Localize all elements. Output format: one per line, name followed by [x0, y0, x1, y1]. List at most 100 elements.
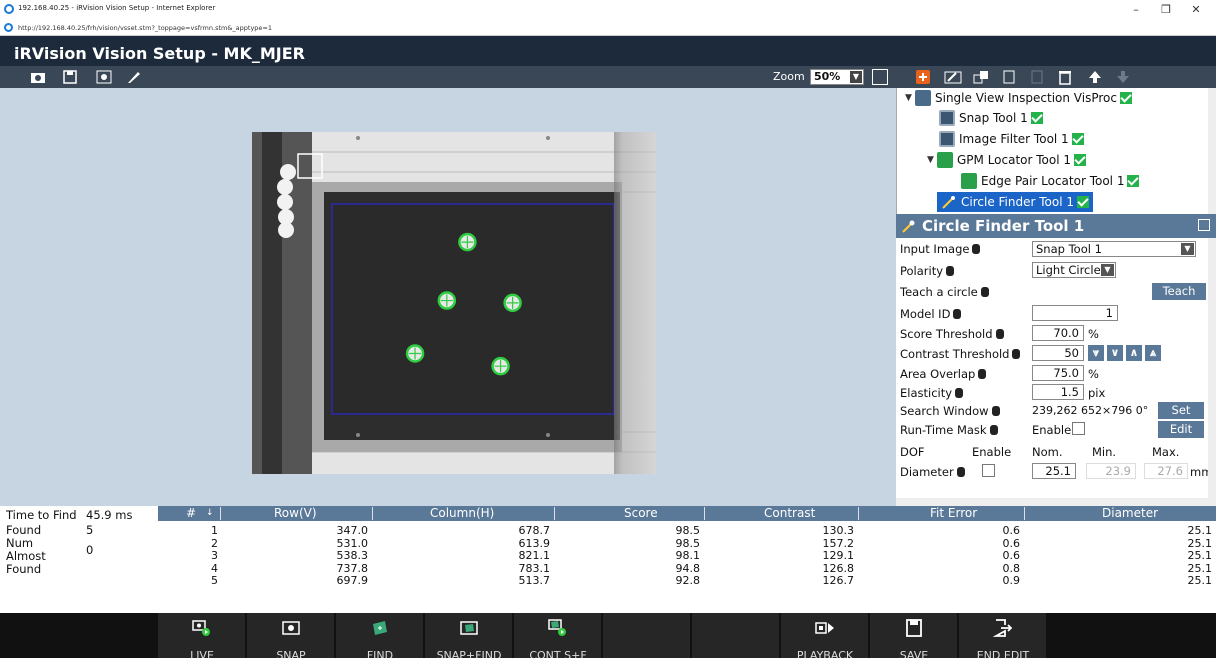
polarity-select[interactable]: Light Circle ▼ [1032, 262, 1116, 278]
info-icon[interactable] [991, 405, 1000, 416]
tree-item-snap-tool[interactable]: Snap Tool 1 [939, 108, 1043, 128]
snap-image-button[interactable] [26, 68, 50, 86]
tree-item-image-filter[interactable]: Image Filter Tool 1 [939, 129, 1084, 149]
elasticity-input[interactable]: 1.5 [1032, 384, 1084, 400]
tree-item-edge-pair[interactable]: Edge Pair Locator Tool 1 [961, 171, 1140, 191]
camera-image[interactable] [252, 132, 656, 474]
num-almost-found-row: Num Almost Found 0 [6, 537, 93, 576]
image-display-area[interactable] [0, 88, 896, 506]
tree-scrollbar[interactable] [1208, 88, 1216, 214]
table-cell: 3 [211, 549, 218, 562]
paste-tool-button[interactable] [996, 68, 1022, 86]
minimize-button[interactable]: – [1126, 3, 1146, 16]
info-icon[interactable] [1012, 348, 1021, 359]
table-row[interactable]: 3 538.3 821.1 98.1 129.1 0.6 25.1 [158, 549, 1216, 562]
time-to-find-label: Time to Find [6, 508, 77, 522]
info-icon[interactable] [989, 424, 998, 435]
info-icon[interactable] [972, 243, 981, 254]
playback-button[interactable]: PLAYBACK [781, 613, 869, 658]
address-bar[interactable]: http://192.168.40.25/frh/vision/vsset.st… [0, 20, 1216, 36]
model-id-input[interactable]: 1 [1032, 305, 1118, 321]
continuous-snap-find-button[interactable]: CONT S+F [514, 613, 602, 658]
disabled-tool-button[interactable] [1024, 68, 1050, 86]
tree-item-circle-finder[interactable]: Circle Finder Tool 1 [937, 192, 1093, 212]
col-header-index[interactable]: # [186, 506, 196, 521]
col-header-column[interactable]: Column(H) [430, 506, 494, 521]
delete-tool-button[interactable] [1052, 68, 1078, 86]
score-threshold-input[interactable]: 70.0 [1032, 325, 1084, 341]
col-header-contrast[interactable]: Contrast [764, 506, 815, 521]
grab-icon [96, 70, 112, 84]
save-image-button[interactable] [58, 68, 82, 86]
close-button[interactable]: ✕ [1186, 3, 1206, 16]
rename-button[interactable] [940, 68, 966, 86]
tree-item-gpm-locator[interactable]: ▼ GPM Locator Tool 1 [927, 150, 1087, 170]
restore-button[interactable]: ❐ [1156, 3, 1176, 16]
double-chevron-up-icon[interactable]: ⩓ [1145, 345, 1161, 361]
add-tool-button[interactable] [910, 68, 936, 86]
col-header-diameter[interactable]: Diameter [1102, 506, 1158, 521]
pen-button[interactable] [122, 68, 146, 86]
input-image-select[interactable]: Snap Tool 1 ▼ [1032, 241, 1196, 257]
find-button[interactable]: FIND [336, 613, 424, 658]
info-icon[interactable] [953, 308, 962, 319]
table-row[interactable]: 4 737.8 783.1 94.8 126.8 0.8 25.1 [158, 561, 1216, 575]
table-cell: 94.8 [675, 561, 701, 575]
col-header-score[interactable]: Score [624, 506, 658, 521]
info-icon[interactable] [978, 368, 987, 379]
zoom-select[interactable]: 50% ▼ [810, 69, 864, 85]
fit-to-window-button[interactable] [872, 69, 888, 85]
snap-find-button[interactable]: SNAP+FIND [425, 613, 513, 658]
properties-horizontal-scrollbar[interactable] [896, 498, 1208, 506]
move-down-button[interactable] [1110, 68, 1136, 86]
table-row[interactable]: 1 347.0 678.7 98.5 130.3 0.6 25.1 [158, 524, 1216, 537]
chevron-down-icon[interactable]: ∨ [1107, 345, 1123, 361]
live-button[interactable]: LIVE [158, 613, 246, 658]
grab-button[interactable] [92, 68, 116, 86]
info-icon[interactable] [956, 466, 965, 477]
pen-icon [128, 72, 140, 83]
diameter-max-input[interactable]: 27.6 [1144, 463, 1188, 479]
tree-item-inspection[interactable]: ▼ Single View Inspection VisProc [905, 88, 1132, 108]
info-icon[interactable] [946, 265, 955, 276]
save-label: SAVE [899, 649, 929, 658]
runtime-mask-checkbox[interactable] [1072, 422, 1085, 435]
table-cell: 821.1 [518, 549, 551, 562]
end-edit-button[interactable]: END EDIT [959, 613, 1047, 658]
table-cell: 130.3 [822, 524, 855, 537]
info-icon[interactable] [955, 387, 964, 398]
diameter-enable-checkbox[interactable] [982, 464, 995, 477]
properties-scrollbar[interactable] [1208, 238, 1216, 506]
table-cell: 5 [211, 574, 218, 587]
teach-button[interactable]: Teach [1152, 283, 1206, 300]
dof-label: DOF [900, 445, 925, 459]
tree-item-label: Edge Pair Locator Tool 1 [981, 174, 1125, 188]
snap-button[interactable]: SNAP [247, 613, 335, 658]
app-root: 192.168.40.25 - iRVision Vision Setup - … [0, 0, 1216, 658]
copy-tool-button[interactable] [968, 68, 994, 86]
info-icon[interactable] [980, 286, 989, 297]
menu-icon[interactable] [1198, 219, 1210, 231]
set-search-window-button[interactable]: Set [1158, 402, 1204, 419]
info-icon[interactable] [995, 328, 1004, 339]
edit-mask-button[interactable]: Edit [1158, 421, 1204, 438]
area-overlap-input[interactable]: 75.0 [1032, 365, 1084, 381]
diameter-min-input[interactable]: 23.9 [1086, 463, 1136, 479]
diameter-nom-input[interactable]: 25.1 [1032, 463, 1076, 479]
table-cell: 92.8 [675, 574, 701, 587]
col-header-fit-error[interactable]: Fit Error [930, 506, 977, 521]
contrast-threshold-input[interactable]: 50 [1032, 345, 1084, 361]
table-row[interactable]: 2 531.0 613.9 98.5 157.2 0.6 25.1 [158, 537, 1216, 550]
move-up-button[interactable] [1082, 68, 1108, 86]
action-bar: LIVE SNAP FIND SNAP+FIND CONT S+F PLAYBA… [0, 613, 1216, 658]
table-cell: 126.8 [822, 561, 855, 575]
table-row[interactable]: 5 697.9 513.7 92.8 126.7 0.9 25.1 [158, 574, 1216, 587]
col-header-row[interactable]: Row(V) [274, 506, 317, 521]
image-toolbar: Zoom 50% ▼ [0, 66, 896, 88]
chevron-up-icon[interactable]: ∧ [1126, 345, 1142, 361]
score-row: Score Threshold [900, 324, 1004, 343]
save-button[interactable]: SAVE [870, 613, 958, 658]
sort-arrow-icon[interactable]: ↓ [206, 506, 214, 521]
url-text[interactable]: http://192.168.40.25/frh/vision/vsset.st… [18, 24, 272, 32]
double-chevron-down-icon[interactable]: ⩔ [1088, 345, 1104, 361]
